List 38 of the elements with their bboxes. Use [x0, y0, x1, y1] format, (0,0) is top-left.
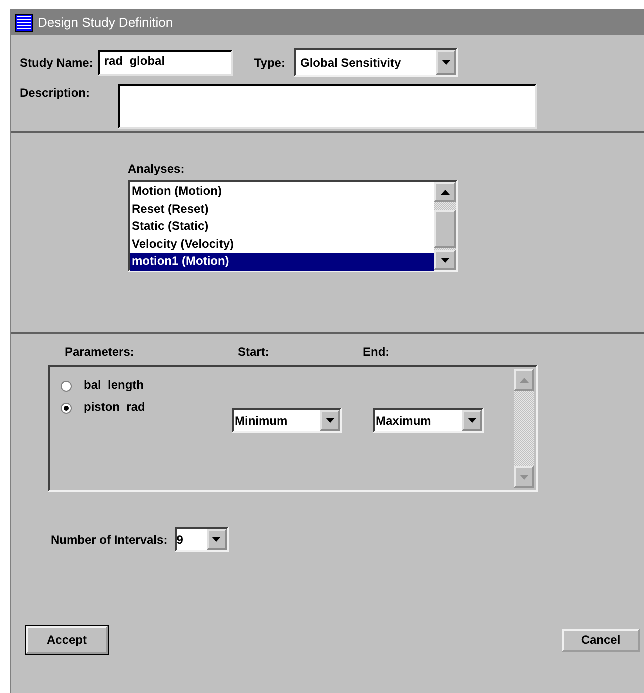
- field-label: Study Name:: [20, 56, 94, 70]
- list-item[interactable]: Reset (Reset): [130, 200, 434, 218]
- up-arrow-icon: [520, 378, 528, 382]
- column-header: Start:: [238, 345, 270, 359]
- parameter-name: bal_length: [84, 378, 146, 392]
- radio-button[interactable]: [61, 381, 72, 392]
- intervals-dropdown[interactable]: 9: [174, 527, 229, 552]
- scrollbar[interactable]: [514, 369, 534, 488]
- down-arrow-icon: [212, 537, 222, 542]
- study-name-field[interactable]: rad_global: [98, 50, 234, 76]
- start-dropdown[interactable]: Minimum: [232, 408, 342, 433]
- cancel-button[interactable]: Cancel: [562, 628, 640, 652]
- down-arrow-icon: [442, 60, 451, 65]
- description-field[interactable]: [118, 84, 538, 129]
- down-arrow-icon: [326, 418, 334, 423]
- column-header: End:: [363, 345, 391, 359]
- type-dropdown[interactable]: Global Sensitivity: [294, 48, 458, 77]
- parameter-name: piston_rad: [84, 400, 146, 414]
- analyses-list[interactable]: Motion (Motion) Reset (Reset) Static (Static) Velocity (Velocity) motion1 (Motion): [128, 180, 458, 272]
- field-label: Type:: [254, 56, 286, 70]
- field-label: Description:: [20, 86, 90, 100]
- column-header: Parameters:: [65, 345, 136, 359]
- list-item[interactable]: Motion (Motion): [130, 183, 434, 200]
- scrollbar[interactable]: [434, 182, 456, 270]
- down-arrow-icon: [468, 418, 476, 423]
- down-arrow-icon: [440, 258, 450, 262]
- radio-button[interactable]: [61, 403, 72, 414]
- end-dropdown[interactable]: Maximum: [373, 408, 484, 433]
- list-item[interactable]: motion1 (Motion): [130, 253, 434, 270]
- list-item[interactable]: Static (Static): [130, 218, 434, 236]
- list-item[interactable]: Velocity (Velocity): [130, 236, 434, 253]
- list-label: Analyses:: [128, 162, 186, 176]
- accept-button[interactable]: Accept: [26, 626, 108, 654]
- down-arrow-icon: [520, 474, 528, 480]
- window-title: Design Study Definition: [38, 15, 174, 30]
- field-label: Number of Intervals:: [51, 532, 168, 546]
- up-arrow-icon: [440, 190, 450, 194]
- window-icon: [15, 14, 33, 32]
